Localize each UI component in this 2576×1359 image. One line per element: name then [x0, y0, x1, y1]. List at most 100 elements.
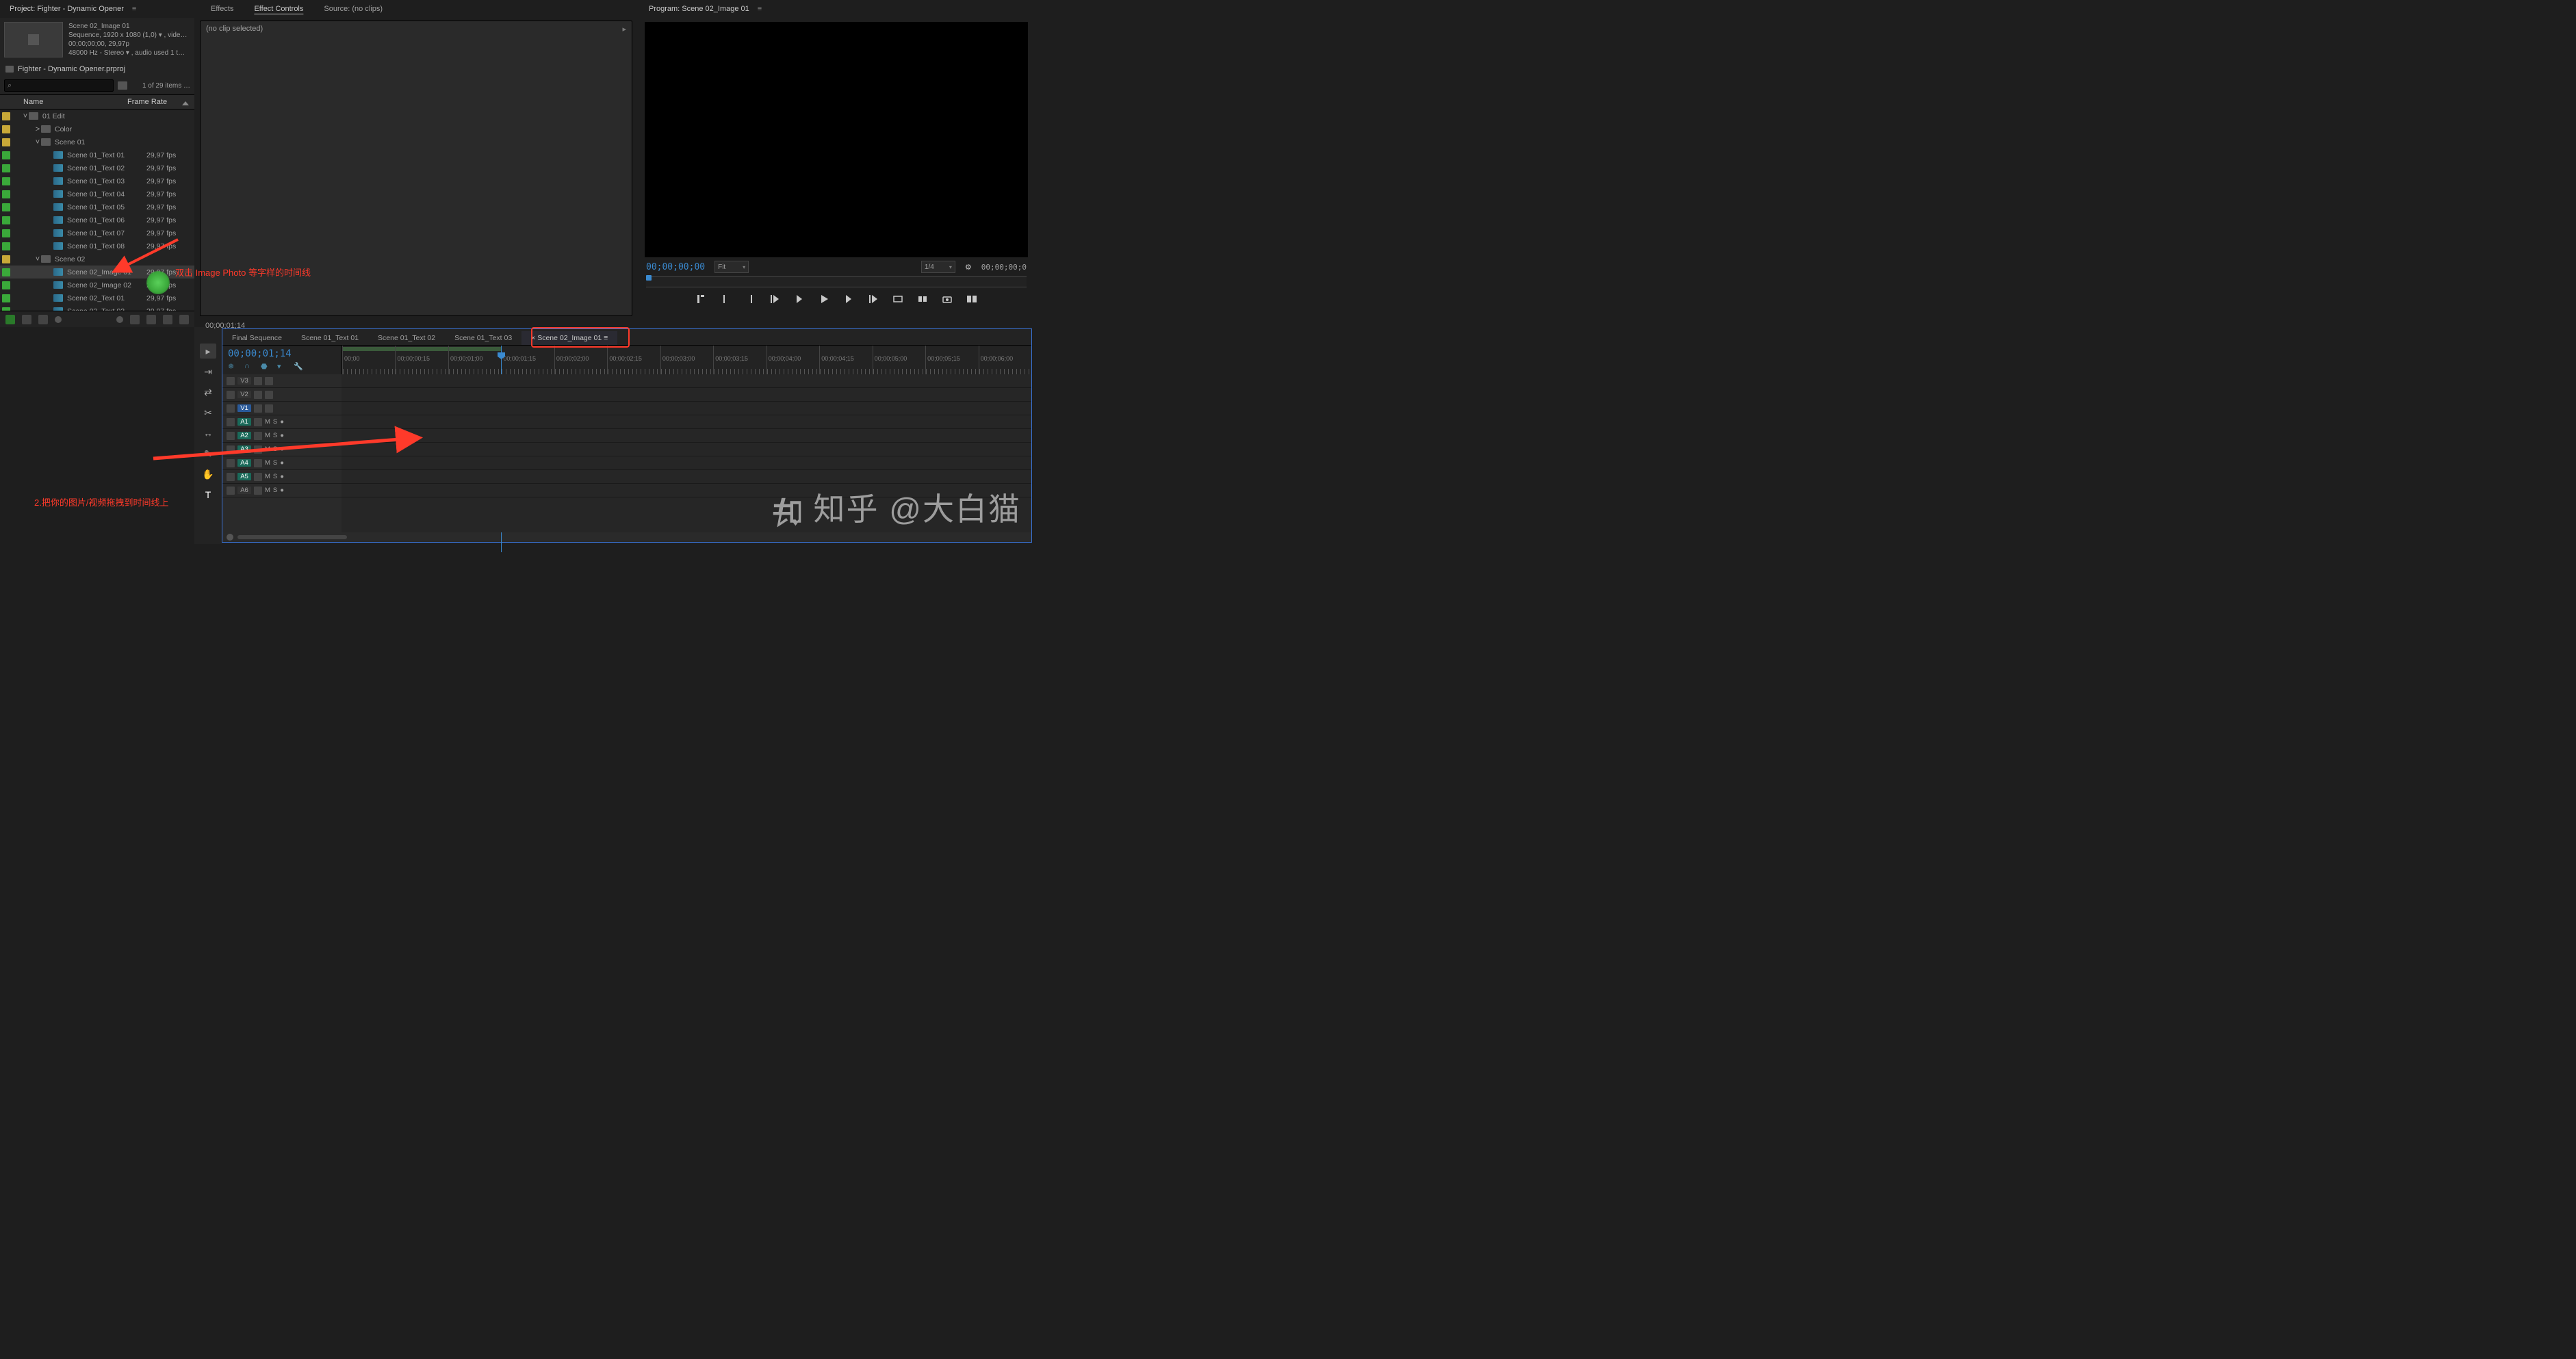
new-bin-icon[interactable]: [118, 81, 127, 90]
clip-row[interactable]: Scene 02_Text 0229,97 fps: [0, 305, 194, 311]
color-tag[interactable]: [2, 268, 10, 276]
track-lane[interactable]: [342, 456, 1031, 470]
mute-button[interactable]: M: [265, 487, 270, 494]
voiceover-icon[interactable]: ●: [280, 445, 284, 453]
track-target[interactable]: V3: [237, 377, 251, 385]
bin-row[interactable]: Color: [0, 122, 194, 135]
audio-track-header[interactable]: A6MS●: [222, 484, 342, 497]
track-target[interactable]: A3: [237, 445, 251, 453]
timeline-tab[interactable]: Scene 01_Text 03: [445, 331, 521, 345]
mute-button[interactable]: M: [265, 473, 270, 480]
pen-tool[interactable]: ✎: [200, 446, 216, 461]
solo-button[interactable]: S: [273, 418, 277, 426]
track-target[interactable]: A1: [237, 418, 251, 426]
clip-row[interactable]: Scene 01_Text 0129,97 fps: [0, 148, 194, 161]
clip-row[interactable]: Scene 01_Text 0629,97 fps: [0, 213, 194, 226]
project-file-row[interactable]: Fighter - Dynamic Opener.prproj: [0, 62, 194, 77]
collapse-icon[interactable]: ▸: [622, 25, 626, 34]
sync-lock-icon[interactable]: [254, 404, 262, 413]
panel-menu-icon[interactable]: ≡: [758, 5, 762, 13]
zoom-bar[interactable]: [237, 535, 347, 539]
track-target[interactable]: V1: [237, 404, 251, 412]
mark-in-button[interactable]: [695, 293, 707, 305]
lock-icon[interactable]: [227, 459, 235, 467]
track-lane[interactable]: [342, 443, 1031, 456]
lock-icon[interactable]: [227, 391, 235, 399]
video-track-header[interactable]: V3: [222, 374, 342, 388]
zoom-handle-left[interactable]: [227, 534, 233, 541]
color-tag[interactable]: [2, 164, 10, 172]
voiceover-icon[interactable]: ●: [280, 473, 284, 480]
tab-effects[interactable]: Effects: [207, 3, 237, 15]
program-scrubber[interactable]: [646, 276, 1027, 287]
sync-lock-icon[interactable]: [254, 445, 262, 454]
voiceover-icon[interactable]: ●: [280, 432, 284, 439]
track-lane[interactable]: [342, 484, 1031, 497]
wrench-icon[interactable]: 🔧: [294, 362, 303, 372]
sync-lock-icon[interactable]: [254, 459, 262, 467]
tl-settings-icon[interactable]: ▾: [277, 362, 287, 372]
razor-tool[interactable]: ✂: [200, 405, 216, 420]
settings-icon[interactable]: ⚙: [965, 263, 972, 272]
track-lane[interactable]: [342, 402, 1031, 415]
step-forward-button[interactable]: [842, 293, 855, 305]
track-select-tool[interactable]: ⇥: [200, 364, 216, 379]
clip-thumbnail[interactable]: [4, 22, 63, 57]
lock-icon[interactable]: [227, 445, 235, 454]
zoom-handle-icon[interactable]: [116, 316, 123, 323]
mute-button[interactable]: M: [265, 445, 270, 453]
audio-track-header[interactable]: A2MS●: [222, 429, 342, 443]
timeline-tab[interactable]: Scene 01_Text 02: [368, 331, 445, 345]
color-tag[interactable]: [2, 125, 10, 133]
auto-seq-icon[interactable]: [130, 315, 140, 324]
color-tag[interactable]: [2, 138, 10, 146]
eye-icon[interactable]: [265, 404, 273, 413]
timeline-tab[interactable]: Final Sequence: [222, 331, 292, 345]
project-tree[interactable]: 01 EditColorScene 01Scene 01_Text 0129,9…: [0, 109, 194, 311]
solo-button[interactable]: S: [273, 459, 277, 467]
go-to-out-button[interactable]: [867, 293, 879, 305]
track-body[interactable]: [342, 374, 1031, 532]
voiceover-icon[interactable]: ●: [280, 418, 284, 426]
mute-button[interactable]: M: [265, 418, 270, 426]
lock-icon[interactable]: [227, 404, 235, 413]
video-track-header[interactable]: V2: [222, 388, 342, 402]
clip-row[interactable]: Scene 02_Text 0129,97 fps: [0, 292, 194, 305]
clip-row[interactable]: Scene 01_Text 0429,97 fps: [0, 187, 194, 200]
audio-track-header[interactable]: A4MS●: [222, 456, 342, 470]
track-target[interactable]: V2: [237, 391, 251, 398]
clip-row[interactable]: Scene 02_Image 0229,97 fps: [0, 279, 194, 292]
bin-row[interactable]: 01 Edit: [0, 109, 194, 122]
track-target[interactable]: A6: [237, 487, 251, 494]
color-tag[interactable]: [2, 203, 10, 211]
chevron-icon[interactable]: [34, 255, 41, 263]
mute-button[interactable]: M: [265, 459, 270, 467]
mute-button[interactable]: M: [265, 432, 270, 439]
lock-icon[interactable]: [227, 418, 235, 426]
color-tag[interactable]: [2, 151, 10, 159]
tab-source[interactable]: Source: (no clips): [320, 3, 387, 15]
track-lane[interactable]: [342, 470, 1031, 484]
solo-button[interactable]: S: [273, 432, 277, 439]
color-tag[interactable]: [2, 242, 10, 250]
clip-row[interactable]: Scene 01_Text 0329,97 fps: [0, 174, 194, 187]
timeline-tab[interactable]: Scene 01_Text 01: [292, 331, 368, 345]
color-tag[interactable]: [2, 281, 10, 289]
col-name[interactable]: Name: [0, 98, 127, 106]
audio-track-header[interactable]: A1 MS●: [222, 415, 342, 429]
lock-icon[interactable]: [227, 432, 235, 440]
bin-row[interactable]: Scene 02: [0, 253, 194, 266]
tab-effect-controls[interactable]: Effect Controls: [250, 3, 307, 15]
chevron-icon[interactable]: [22, 112, 29, 120]
program-tab[interactable]: Program: Scene 02_Image 01: [645, 3, 754, 15]
step-back-button[interactable]: [793, 293, 806, 305]
color-tag[interactable]: [2, 190, 10, 198]
lock-icon[interactable]: [227, 377, 235, 385]
clip-row[interactable]: Scene 01_Text 0529,97 fps: [0, 200, 194, 213]
new-bin-button[interactable]: [163, 315, 172, 324]
track-lane[interactable]: [342, 388, 1031, 402]
lift-button[interactable]: [892, 293, 904, 305]
resolution-select[interactable]: 1/4▾: [921, 261, 955, 273]
voiceover-icon[interactable]: ●: [280, 487, 284, 494]
icon-view-icon[interactable]: [38, 315, 48, 324]
